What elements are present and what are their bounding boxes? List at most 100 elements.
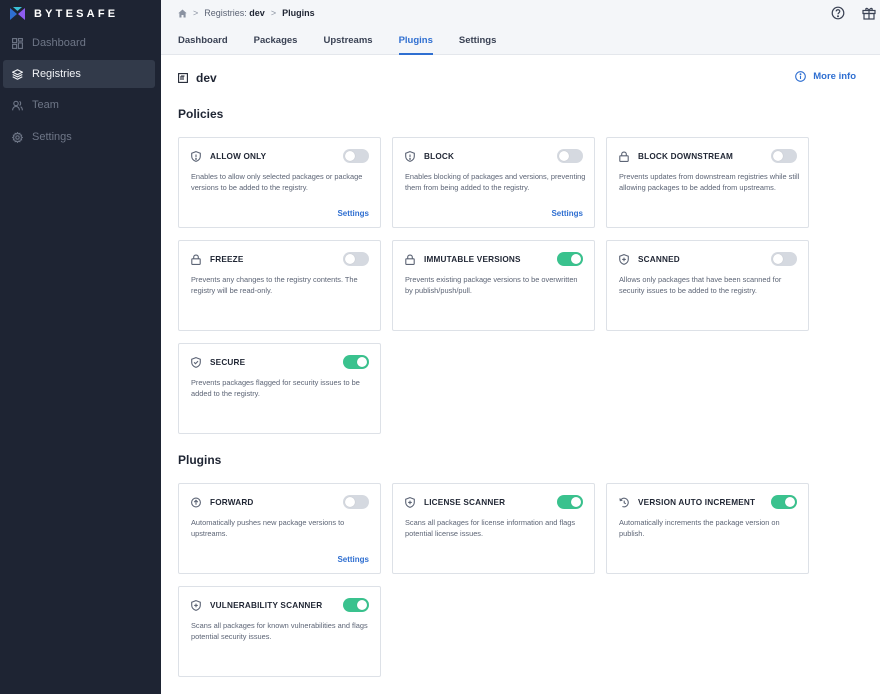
card-description: Enables blocking of packages and version… <box>405 172 586 193</box>
card-description: Prevents any changes to the registry con… <box>191 275 358 296</box>
brand-name: BYTESAFE <box>34 8 119 20</box>
policy-card-secure: SECURE Prevents packages flagged for secu… <box>178 343 381 434</box>
tab-packages[interactable]: Packages <box>254 35 298 55</box>
card-title: FORWARD <box>210 497 254 507</box>
lock-icon <box>191 254 201 265</box>
card-title: BLOCK DOWNSTREAM <box>638 151 734 161</box>
team-icon <box>12 100 23 111</box>
gear-icon <box>12 131 23 143</box>
shield-plus-icon <box>619 253 629 265</box>
lock-icon <box>619 151 629 162</box>
help-icon[interactable] <box>831 6 845 20</box>
sidebar-item-label: Registries <box>32 68 81 80</box>
scanned-toggle[interactable] <box>771 252 797 266</box>
page-title: dev <box>178 71 217 85</box>
plugin-card-license-scanner: LICENSE SCANNER Scans all packages for li… <box>392 483 595 574</box>
toggle-knob <box>571 254 581 264</box>
sidebar-item-label: Dashboard <box>32 37 86 49</box>
toggle-knob <box>345 151 355 161</box>
immutable-versions-toggle[interactable] <box>557 252 583 266</box>
card-description: Automatically increments the package ver… <box>619 518 780 539</box>
plugins-heading: Plugins <box>178 453 222 467</box>
sidebar-item-label: Settings <box>32 131 72 143</box>
policy-card-allow-only: ALLOW ONLY Enables to allow only selected… <box>178 137 381 228</box>
toggle-knob <box>571 497 581 507</box>
card-header: FREEZE <box>191 252 244 266</box>
bytesafe-logo-icon <box>9 6 26 22</box>
more-info-link[interactable]: More info <box>795 71 856 82</box>
policy-card-block-downstream: BLOCK DOWNSTREAM Prevents updates from do… <box>606 137 809 228</box>
policy-card-immutable-versions: IMMUTABLE VERSIONS Prevents existing pack… <box>392 240 595 331</box>
vulnerability-scanner-toggle[interactable] <box>343 598 369 612</box>
toggle-knob <box>773 254 783 264</box>
shield-plus-icon <box>405 496 415 508</box>
shield-plus-icon <box>191 599 201 611</box>
toggle-knob <box>357 357 367 367</box>
forward-toggle[interactable] <box>343 495 369 509</box>
card-header: IMMUTABLE VERSIONS <box>405 252 521 266</box>
card-title: IMMUTABLE VERSIONS <box>424 254 521 264</box>
toggle-knob <box>559 151 569 161</box>
card-description: Prevents packages flagged for security i… <box>191 378 360 399</box>
block-downstream-toggle[interactable] <box>771 149 797 163</box>
card-header: BLOCK DOWNSTREAM <box>619 149 733 163</box>
card-description: Enables to allow only selected packages … <box>191 172 363 193</box>
breadcrumb: > Registries: dev > Plugins <box>178 7 315 19</box>
toggle-knob <box>357 600 367 610</box>
breadcrumb-current: Plugins <box>282 8 315 18</box>
shield-check-icon <box>191 356 201 368</box>
card-header: SECURE <box>191 355 245 369</box>
toggle-knob <box>785 497 795 507</box>
secure-toggle[interactable] <box>343 355 369 369</box>
brand-logo[interactable]: BYTESAFE <box>9 6 118 22</box>
card-header: ALLOW ONLY <box>191 149 266 163</box>
tab-bar: Dashboard Packages Upstreams Plugins Set… <box>178 35 522 55</box>
breadcrumb-registries-label: Registries: <box>204 8 247 18</box>
info-icon <box>795 71 807 82</box>
history-icon <box>619 497 629 508</box>
shield-icon <box>405 150 415 162</box>
sidebar-item-settings[interactable]: Settings <box>3 123 155 151</box>
card-title: ALLOW ONLY <box>210 151 267 161</box>
tab-upstreams[interactable]: Upstreams <box>323 35 372 55</box>
shield-icon <box>191 150 201 162</box>
card-title: FREEZE <box>210 254 244 264</box>
dashboard-icon <box>12 37 23 49</box>
card-title: SCANNED <box>638 254 680 264</box>
gift-icon[interactable] <box>862 6 876 20</box>
sidebar-item-team[interactable]: Team <box>3 91 155 119</box>
sidebar-item-registries[interactable]: Registries <box>3 60 155 88</box>
block-settings-link[interactable]: Settings <box>551 209 583 218</box>
plugin-card-vulnerability-scanner: VULNERABILITY SCANNER Scans all packages … <box>178 586 381 677</box>
license-scanner-toggle[interactable] <box>557 495 583 509</box>
card-description: Automatically pushes new package version… <box>191 518 345 539</box>
breadcrumb-registries[interactable]: Registries: dev <box>204 8 265 18</box>
more-info-label: More info <box>813 71 856 82</box>
home-icon[interactable] <box>178 9 187 18</box>
card-description: Scans all packages for license informati… <box>405 518 576 539</box>
card-title: LICENSE SCANNER <box>424 497 506 507</box>
registry-icon <box>178 73 188 83</box>
policy-card-scanned: SCANNED Allows only packages that have be… <box>606 240 809 331</box>
sidebar: BYTESAFE Dashboard Registries Team Setti… <box>0 0 161 694</box>
card-header: VULNERABILITY SCANNER <box>191 598 322 612</box>
block-toggle[interactable] <box>557 149 583 163</box>
tab-settings[interactable]: Settings <box>459 35 496 55</box>
card-header: VERSION AUTO INCREMENT <box>619 495 755 509</box>
tab-dashboard[interactable]: Dashboard <box>178 35 228 55</box>
tab-plugins[interactable]: Plugins <box>398 35 434 55</box>
version-auto-increment-toggle[interactable] <box>771 495 797 509</box>
forward-settings-link[interactable]: Settings <box>337 555 369 564</box>
sidebar-item-dashboard[interactable]: Dashboard <box>3 29 155 57</box>
card-title: SECURE <box>210 357 246 367</box>
breadcrumb-registry-name: dev <box>249 8 265 18</box>
toggle-knob <box>773 151 783 161</box>
freeze-toggle[interactable] <box>343 252 369 266</box>
plugin-card-version-auto-increment: VERSION AUTO INCREMENT Automatically incr… <box>606 483 809 574</box>
allow-only-settings-link[interactable]: Settings <box>337 209 369 218</box>
policy-card-freeze: FREEZE Prevents any changes to the regist… <box>178 240 381 331</box>
lock-icon <box>405 254 415 265</box>
card-title: VERSION AUTO INCREMENT <box>638 497 756 507</box>
allow-only-toggle[interactable] <box>343 149 369 163</box>
card-description: Allows only packages that have been scan… <box>619 275 782 296</box>
